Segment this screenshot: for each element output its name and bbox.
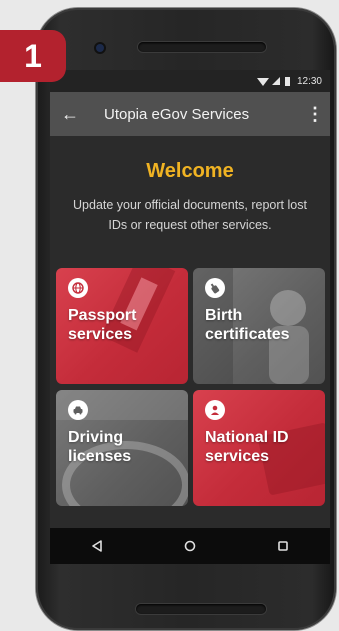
tile-label-driving: Driving licenses bbox=[68, 428, 176, 466]
tile-line1: Passport bbox=[68, 307, 137, 324]
welcome-title: Welcome bbox=[146, 160, 234, 182]
tile-label-passport: Passport services bbox=[68, 306, 176, 344]
tile-label-birth: Birth certificates bbox=[205, 306, 313, 344]
tile-line1: Driving bbox=[68, 429, 124, 446]
phone-screen: 12:30 ← Utopia eGov Services ⋮ Welcome U… bbox=[50, 70, 330, 564]
tile-label-national-id: National ID services bbox=[205, 428, 313, 466]
status-bar: 12:30 bbox=[50, 70, 330, 92]
bottom-speaker bbox=[136, 604, 266, 614]
tile-line2: services bbox=[205, 448, 270, 465]
step-badge: 1 bbox=[0, 30, 66, 82]
arrow-left-icon[interactable]: ← bbox=[50, 92, 90, 136]
battery-icon bbox=[284, 76, 290, 86]
step-number: 1 bbox=[24, 37, 42, 74]
tile-line1: Birth bbox=[205, 307, 243, 324]
signal-icon bbox=[271, 77, 280, 85]
tile-birth-certificates[interactable]: Birth certificates bbox=[193, 268, 325, 384]
baby-bottle-icon bbox=[205, 278, 225, 298]
tile-driving-licenses[interactable]: Driving licenses bbox=[56, 390, 188, 506]
status-time: 12:30 bbox=[296, 75, 322, 87]
app-title: Utopia eGov Services bbox=[104, 105, 250, 123]
square-recents-icon[interactable] bbox=[263, 528, 303, 564]
globe-icon bbox=[68, 278, 88, 298]
tile-line2: certificates bbox=[205, 326, 290, 343]
welcome-text: Update your official documents, report l… bbox=[73, 198, 307, 232]
app-bar: ← Utopia eGov Services ⋮ bbox=[50, 92, 330, 136]
wifi-icon bbox=[256, 78, 269, 86]
person-icon bbox=[205, 400, 225, 420]
tile-line1: National ID bbox=[205, 429, 289, 446]
triangle-back-icon[interactable] bbox=[77, 528, 117, 564]
system-nav-bar bbox=[50, 528, 330, 564]
tile-line2: services bbox=[68, 326, 133, 343]
circle-home-icon[interactable] bbox=[170, 528, 210, 564]
top-speaker bbox=[138, 42, 266, 52]
tile-line2: licenses bbox=[68, 448, 132, 465]
tile-passport-services[interactable]: Passport services bbox=[56, 268, 188, 384]
tile-national-id-services[interactable]: National ID services bbox=[193, 390, 325, 506]
car-icon bbox=[68, 400, 88, 420]
front-camera bbox=[96, 44, 104, 52]
more-vert-icon[interactable]: ⋮ bbox=[300, 92, 330, 136]
canvas: 1 12:30 ← Utopia eGov Services ⋮ Welcome… bbox=[0, 0, 339, 631]
